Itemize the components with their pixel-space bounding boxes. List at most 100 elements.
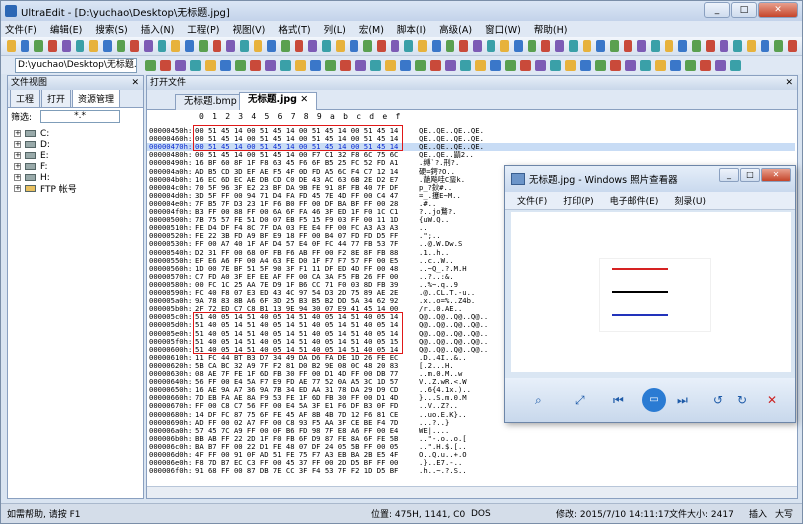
toolbar-button-icon[interactable] [505,59,516,71]
toolbar-button-icon[interactable] [404,40,414,52]
toolbar-button-icon[interactable] [34,40,44,52]
toolbar-button-icon[interactable] [609,40,619,52]
toolbar-button-icon[interactable] [253,40,263,52]
tab-project[interactable]: 工程 [10,89,41,107]
viewer-close-button[interactable]: ✕ [761,168,791,182]
menu-format[interactable]: 格式(T) [278,22,310,36]
panel-close-icon[interactable]: ✕ [785,76,793,90]
toolbar-button-icon[interactable] [295,59,306,71]
toolbar-button-icon[interactable] [325,59,336,71]
toolbar-button-icon[interactable] [363,40,372,52]
slideshow-icon[interactable]: ▭ [642,388,666,412]
toolbar-button-icon[interactable] [385,59,396,71]
tab-explorer[interactable]: 资源管理 [72,89,121,107]
toolbar-button-icon[interactable] [75,40,85,52]
tree-item-h[interactable]: + H: [14,172,143,183]
toolbar-button-icon[interactable] [212,40,222,52]
tab-jpg[interactable]: 无标题.jpg ✕ [239,92,318,110]
toolbar-button-icon[interactable] [623,40,633,52]
toolbar-button-icon[interactable] [294,40,304,52]
toolbar-button-icon[interactable] [239,40,249,52]
previous-icon[interactable]: ⏮ [613,393,624,408]
toolbar-button-icon[interactable] [582,40,592,52]
toolbar-button-icon[interactable] [48,40,57,52]
toolbar-button-icon[interactable] [220,59,231,71]
toolbar-button-icon[interactable] [89,40,98,52]
menu-script[interactable]: 脚本(I) [397,22,426,36]
menu-edit[interactable]: 编辑(E) [50,22,82,36]
hex-row[interactable]: 000006b0h: BB AB FF 22 2D 1F F0 FB 6F D9 … [147,434,795,443]
path-combobox[interactable]: D:\yuchao\Desktop\无标题.jpg [15,57,137,73]
hex-row[interactable]: 000006f0h: 91 68 FF 00 87 DB 7E CC 3F F4 … [147,467,795,475]
menu-advanced[interactable]: 高级(A) [439,22,472,36]
toolbar-button-icon[interactable] [190,59,201,71]
toolbar-button-icon[interactable] [640,59,651,71]
toolbar-button-icon[interactable] [160,59,171,71]
toolbar-button-icon[interactable] [541,40,551,52]
viewer-menu-email[interactable]: 电子邮件(E) [610,194,659,207]
toolbar-button-icon[interactable] [655,59,666,71]
toolbar-button-icon[interactable] [415,59,426,71]
toolbar-button-icon[interactable] [102,40,112,52]
toolbar-button-icon[interactable] [730,59,741,71]
toolbar-button-icon[interactable] [280,59,291,71]
toolbar-button-icon[interactable] [490,59,501,71]
menu-help[interactable]: 帮助(H) [534,22,568,36]
toolbar-button-icon[interactable] [715,59,726,71]
toolbar-button-icon[interactable] [568,40,578,52]
toolbar-button-icon[interactable] [340,59,351,71]
menu-window[interactable]: 窗口(W) [485,22,521,36]
toolbar-button-icon[interactable] [535,59,546,71]
toolbar-button-icon[interactable] [486,40,496,52]
toolbar-button-icon[interactable] [116,40,126,52]
hex-row[interactable]: 000006c0h: BA B7 FF 00 22 D1 FE 48 07 DF … [147,442,795,451]
viewer-menu-burn[interactable]: 刻录(U) [674,194,706,207]
toolbar-button-icon[interactable] [685,59,696,71]
panel-close-icon[interactable]: ✕ [131,76,139,90]
tab-open[interactable]: 打开 [41,89,72,107]
toolbar-button-icon[interactable] [610,59,621,71]
next-icon[interactable]: ⏭ [677,393,688,408]
toolbar-button-icon[interactable] [390,40,400,52]
toolbar-button-icon[interactable] [198,40,208,52]
toolbar-button-icon[interactable] [514,40,523,52]
toolbar-button-icon[interactable] [20,40,30,52]
toolbar-button-icon[interactable] [376,40,386,52]
toolbar-button-icon[interactable] [555,40,564,52]
viewer-minimize-button[interactable]: _ [719,168,739,182]
toolbar-button-icon[interactable] [445,40,455,52]
menu-macro[interactable]: 宏(M) [359,22,384,36]
viewer-menu-file[interactable]: 文件(F) [517,194,547,207]
toolbar-button-icon[interactable] [175,59,186,71]
toolbar-button-icon[interactable] [205,59,216,71]
maximize-button[interactable]: □ [731,2,757,18]
toolbar-button-icon[interactable] [580,59,591,71]
tree-item-ftp[interactable]: + FTP 帐号 [14,183,143,195]
viewer-menu-print[interactable]: 打印(P) [563,194,593,207]
toolbar-button-icon[interactable] [760,40,770,52]
toolbar-button-icon[interactable] [310,59,321,71]
toolbar-button-icon[interactable] [527,40,537,52]
toolbar-button-icon[interactable] [400,59,411,71]
hex-row[interactable]: 00000480h: 00 51 45 14 00 51 45 14 00 F7 … [147,151,795,159]
toolbar-button-icon[interactable] [550,59,561,71]
hex-row[interactable]: 000006d0h: 4F FF 00 91 0F AD 51 FE 75 F7 … [147,450,795,459]
toolbar-button-icon[interactable] [500,40,510,52]
toolbar-button-icon[interactable] [335,40,345,52]
toolbar-button-icon[interactable] [145,59,156,71]
tree-item-d[interactable]: + D: [14,139,143,150]
toolbar-button-icon[interactable] [733,40,742,52]
toolbar-button-icon[interactable] [281,40,290,52]
toolbar-button-icon[interactable] [157,40,167,52]
toolbar-button-icon[interactable] [637,40,647,52]
toolbar-button-icon[interactable] [670,59,681,71]
toolbar-button-icon[interactable] [322,40,331,52]
toolbar-button-icon[interactable] [678,40,688,52]
minimize-button[interactable]: _ [704,2,730,18]
toolbar-button-icon[interactable] [445,59,456,71]
toolbar-button-icon[interactable] [565,59,576,71]
toolbar-button-icon[interactable] [595,59,606,71]
toolbar-button-icon[interactable] [370,59,381,71]
tab-bmp[interactable]: 无标题.bmp [175,94,246,110]
tree-item-c[interactable]: + C: [14,128,143,139]
